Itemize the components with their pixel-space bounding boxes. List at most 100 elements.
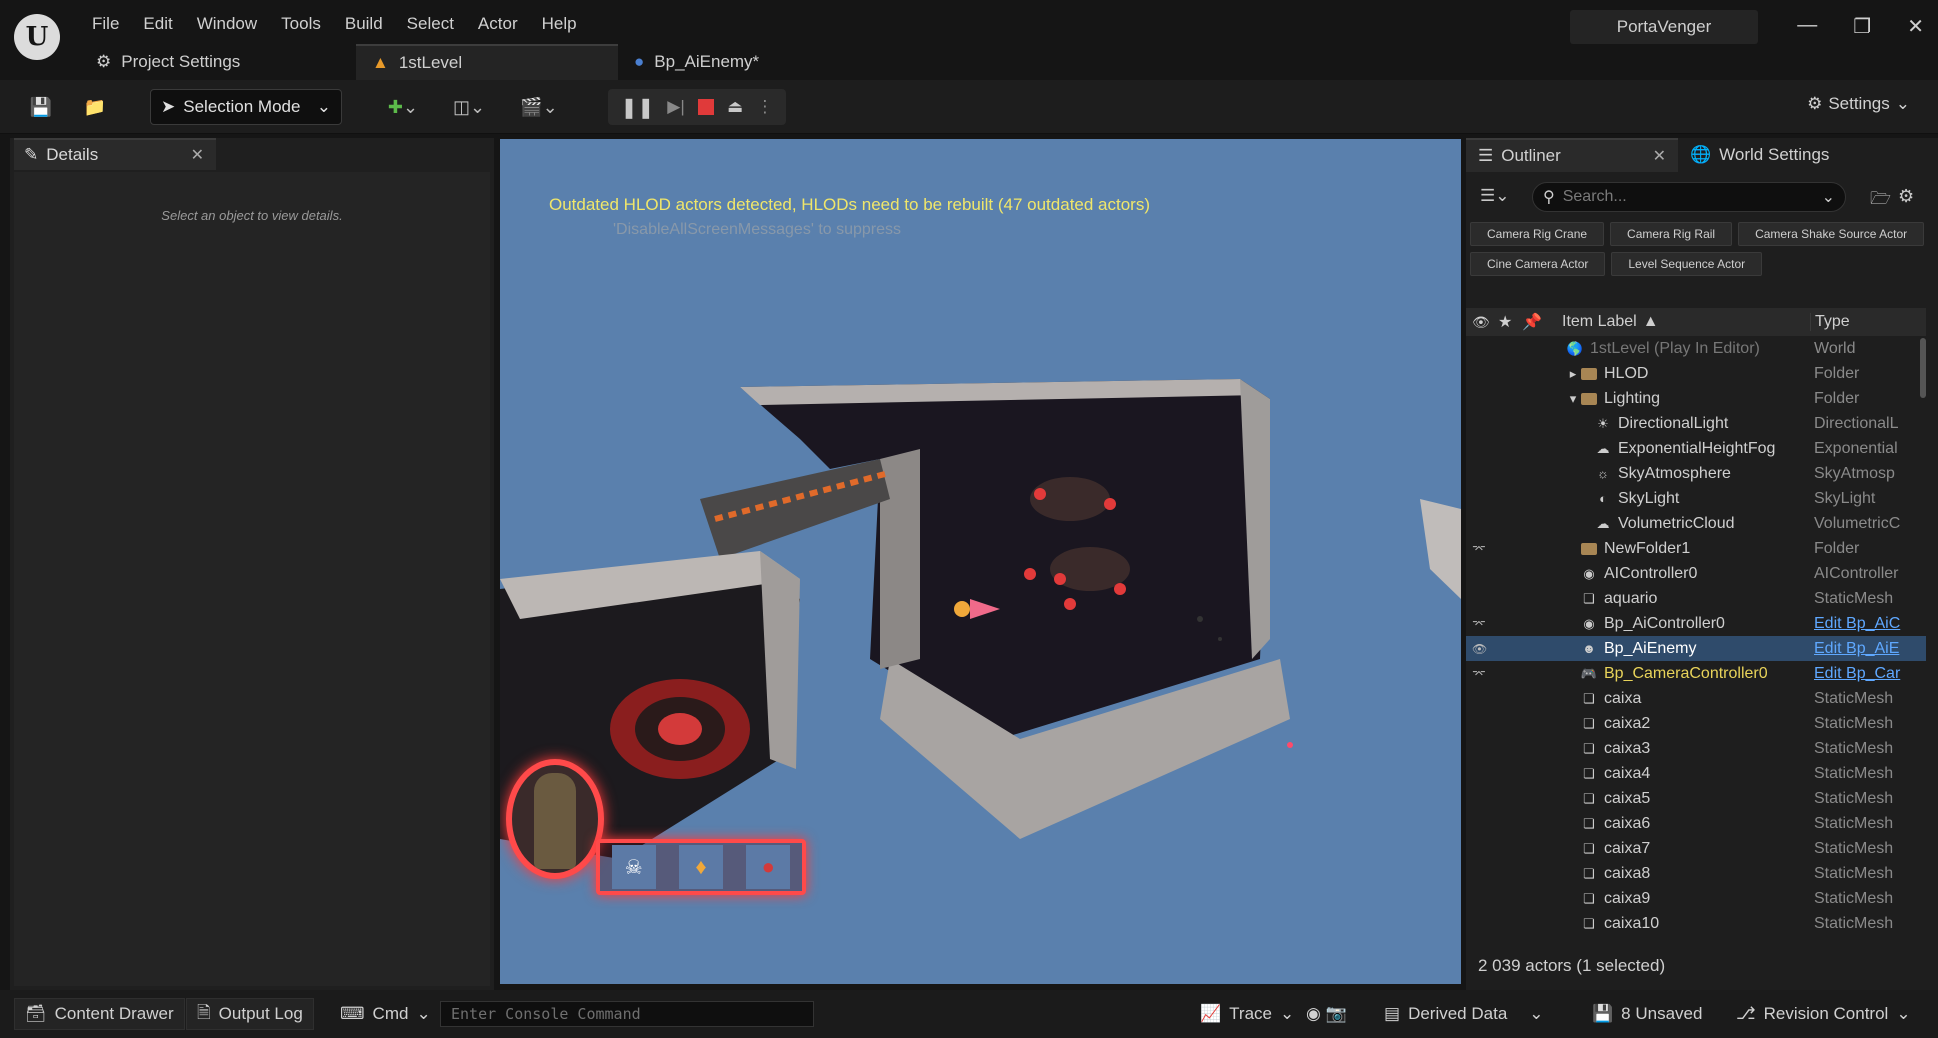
menu-build[interactable]: Build bbox=[333, 10, 395, 38]
outliner-row[interactable]: ☀ DirectionalLight DirectionalL bbox=[1466, 411, 1926, 436]
visibility-eye-icon[interactable]: 👁 bbox=[1472, 642, 1488, 656]
character-portrait bbox=[534, 773, 576, 869]
save-icon[interactable]: 💾 bbox=[26, 88, 56, 126]
derived-data-dropdown[interactable]: ▤ Derived Data ⌄ bbox=[1374, 998, 1554, 1030]
tab-world-settings[interactable]: 🌐 World Settings bbox=[1678, 138, 1841, 172]
tab-outliner[interactable]: ☰ Outliner ✕ bbox=[1466, 138, 1678, 172]
close-icon[interactable]: ✕ bbox=[191, 145, 204, 165]
outliner-row[interactable]: ❏ caixa2 StaticMesh bbox=[1466, 711, 1926, 736]
column-type[interactable]: Type bbox=[1810, 313, 1850, 331]
unsaved-button[interactable]: 💾 8 Unsaved bbox=[1582, 998, 1712, 1030]
star-icon[interactable]: ★ bbox=[1498, 312, 1512, 332]
chip-cine-camera-actor[interactable]: Cine Camera Actor bbox=[1470, 252, 1606, 276]
chip-level-sequence-actor[interactable]: Level Sequence Actor bbox=[1611, 252, 1763, 276]
blueprints-icon[interactable]: ◫⌄ bbox=[446, 88, 492, 126]
outliner-row[interactable]: ☼ SkyAtmosphere SkyAtmosp bbox=[1466, 461, 1926, 486]
chip-camera-shake-source-actor[interactable]: Camera Shake Source Actor bbox=[1738, 222, 1925, 246]
outliner-row[interactable]: ❏ caixa9 StaticMesh bbox=[1466, 886, 1926, 911]
trace-dropdown[interactable]: 📈 Trace ⌄ bbox=[1190, 998, 1304, 1030]
visibility-eye-icon[interactable]: 👁 bbox=[1472, 314, 1490, 331]
tab-1stlevel[interactable]: ▲ 1stLevel bbox=[356, 44, 618, 80]
details-tab[interactable]: ✎ Details ✕ bbox=[14, 138, 216, 170]
outliner-row[interactable]: ❏ caixa3 StaticMesh bbox=[1466, 736, 1926, 761]
close-icon[interactable]: ✕ bbox=[1907, 14, 1924, 39]
visibility-hidden-icon[interactable]: ⌤ bbox=[1472, 667, 1488, 681]
tab-project-settings[interactable]: ⚙ Project Settings bbox=[80, 44, 356, 80]
outliner-row[interactable]: ⌤ NewFolder1 Folder bbox=[1466, 536, 1926, 561]
outliner-row[interactable]: ▾ Lighting Folder bbox=[1466, 386, 1926, 411]
details-empty-hint: Select an object to view details. bbox=[161, 208, 343, 223]
settings-button[interactable]: ⚙ Settings ⌄ bbox=[1807, 94, 1910, 114]
edit-blueprint-link[interactable]: Edit Bp_Car bbox=[1814, 665, 1922, 683]
chip-camera-rig-rail[interactable]: Camera Rig Rail bbox=[1610, 222, 1733, 246]
pause-icon[interactable]: ❚❚ bbox=[621, 95, 655, 120]
revision-control-dropdown[interactable]: ⎇ Revision Control ⌄ bbox=[1726, 998, 1921, 1030]
menu-help[interactable]: Help bbox=[530, 10, 589, 38]
outliner-row-label: HLOD bbox=[1604, 364, 1649, 382]
add-actor-icon[interactable]: ✚ ⌄ bbox=[380, 88, 426, 126]
outliner-row[interactable]: ◉ AIController0 AIController bbox=[1466, 561, 1926, 586]
unreal-logo-icon[interactable]: U bbox=[14, 14, 60, 60]
restore-icon[interactable]: ❐ bbox=[1853, 14, 1871, 39]
outliner-row[interactable]: 🌎 1stLevel (Play In Editor) World bbox=[1466, 336, 1926, 361]
outliner-row[interactable]: ❏ caixa10 StaticMesh bbox=[1466, 911, 1926, 936]
outliner-row[interactable]: ❏ caixa StaticMesh bbox=[1466, 686, 1926, 711]
console-input[interactable]: Enter Console Command bbox=[440, 1001, 814, 1027]
outliner-row[interactable]: 👁 ☻ Bp_AiEnemy Edit Bp_AiE bbox=[1466, 636, 1926, 661]
visibility-hidden-icon[interactable]: ⌤ bbox=[1472, 542, 1488, 556]
outliner-row[interactable]: ❏caixa11StaticMesh bbox=[1466, 936, 1926, 941]
outliner-search-input[interactable]: ⚲ Search... ⌄ bbox=[1532, 182, 1846, 212]
outliner-row[interactable]: ◐ SkyLight SkyLight bbox=[1466, 486, 1926, 511]
menu-tools[interactable]: Tools bbox=[269, 10, 333, 38]
outliner-row[interactable]: ☁ ExponentialHeightFog Exponential bbox=[1466, 436, 1926, 461]
menu-file[interactable]: File bbox=[80, 10, 131, 38]
insights-icon[interactable]: ◉ 📷 bbox=[1296, 998, 1357, 1030]
pawn-icon: ☻ bbox=[1582, 641, 1596, 656]
filter-icon[interactable]: ☰⌄ bbox=[1480, 186, 1509, 206]
step-icon[interactable]: ▶| bbox=[667, 97, 685, 117]
selection-mode-dropdown[interactable]: ➤ Selection Mode ⌄ bbox=[150, 89, 342, 125]
minimize-icon[interactable]: — bbox=[1797, 14, 1817, 39]
outliner-header: 👁 ★ 📌 Item Label ▲ Type bbox=[1466, 308, 1926, 336]
outliner-row[interactable]: ❏ caixa6 StaticMesh bbox=[1466, 811, 1926, 836]
unsaved-label: 8 Unsaved bbox=[1621, 1004, 1703, 1023]
close-icon[interactable]: ✕ bbox=[1653, 146, 1666, 166]
tab-bp-aienemy[interactable]: ● Bp_AiEnemy* bbox=[618, 44, 798, 80]
mesh-icon: ❏ bbox=[1583, 740, 1595, 756]
cinematics-icon[interactable]: 🎬⌄ bbox=[516, 88, 562, 126]
outliner-row[interactable]: ❏ caixa4 StaticMesh bbox=[1466, 761, 1926, 786]
eject-icon[interactable]: ⏏ bbox=[727, 97, 743, 117]
menu-actor[interactable]: Actor bbox=[466, 10, 530, 38]
browse-content-icon[interactable]: 📁 bbox=[80, 88, 110, 126]
column-item-label[interactable]: Item Label ▲ bbox=[1562, 313, 1659, 331]
chip-camera-rig-crane[interactable]: Camera Rig Crane bbox=[1470, 222, 1605, 246]
menu-edit[interactable]: Edit bbox=[131, 10, 184, 38]
add-folder-icon[interactable]: 🗁 bbox=[1870, 186, 1891, 215]
output-log-button[interactable]: 🗎 Output Log bbox=[186, 998, 314, 1030]
outliner-row[interactable]: ❏ aquario StaticMesh bbox=[1466, 586, 1926, 611]
outliner-row[interactable]: ❏ caixa7 StaticMesh bbox=[1466, 836, 1926, 861]
cmd-dropdown[interactable]: ⌨ Cmd ⌄ bbox=[330, 998, 441, 1030]
pin-icon[interactable]: 📌 bbox=[1522, 312, 1542, 332]
menu-window[interactable]: Window bbox=[185, 10, 269, 38]
edit-blueprint-link[interactable]: Edit Bp_AiC bbox=[1814, 615, 1922, 633]
outliner-row[interactable]: ❏ caixa5 StaticMesh bbox=[1466, 786, 1926, 811]
ability-slot-2-icon: ♦ bbox=[678, 845, 723, 889]
edit-blueprint-link[interactable]: Edit Bp_AiE bbox=[1814, 640, 1922, 658]
outliner-row-type: StaticMesh bbox=[1814, 714, 1894, 732]
outliner-row[interactable]: ☁ VolumetricCloud VolumetricC bbox=[1466, 511, 1926, 536]
content-drawer-button[interactable]: 🗃 Content Drawer bbox=[14, 998, 185, 1030]
menu-select[interactable]: Select bbox=[395, 10, 466, 38]
outliner-row[interactable]: ⌤ ◉ Bp_AiController0 Edit Bp_AiC bbox=[1466, 611, 1926, 636]
outliner-row-type: StaticMesh bbox=[1814, 689, 1894, 707]
visibility-hidden-icon[interactable]: ⌤ bbox=[1472, 617, 1488, 631]
outliner-scrollbar[interactable] bbox=[1920, 338, 1926, 398]
stop-icon[interactable] bbox=[697, 99, 714, 115]
gear-icon[interactable]: ⚙ bbox=[1898, 186, 1914, 207]
gamepad-icon: 🎮 bbox=[1580, 665, 1598, 681]
outliner-row[interactable]: ⌤ 🎮 Bp_CameraController0 Edit Bp_Car bbox=[1466, 661, 1926, 686]
more-options-icon[interactable]: ⋮ bbox=[756, 97, 773, 117]
outliner-row[interactable]: ❏ caixa8 StaticMesh bbox=[1466, 861, 1926, 886]
level-viewport[interactable]: Outdated HLOD actors detected, HLODs nee… bbox=[500, 139, 1461, 984]
outliner-row[interactable]: ▸ HLOD Folder bbox=[1466, 361, 1926, 386]
